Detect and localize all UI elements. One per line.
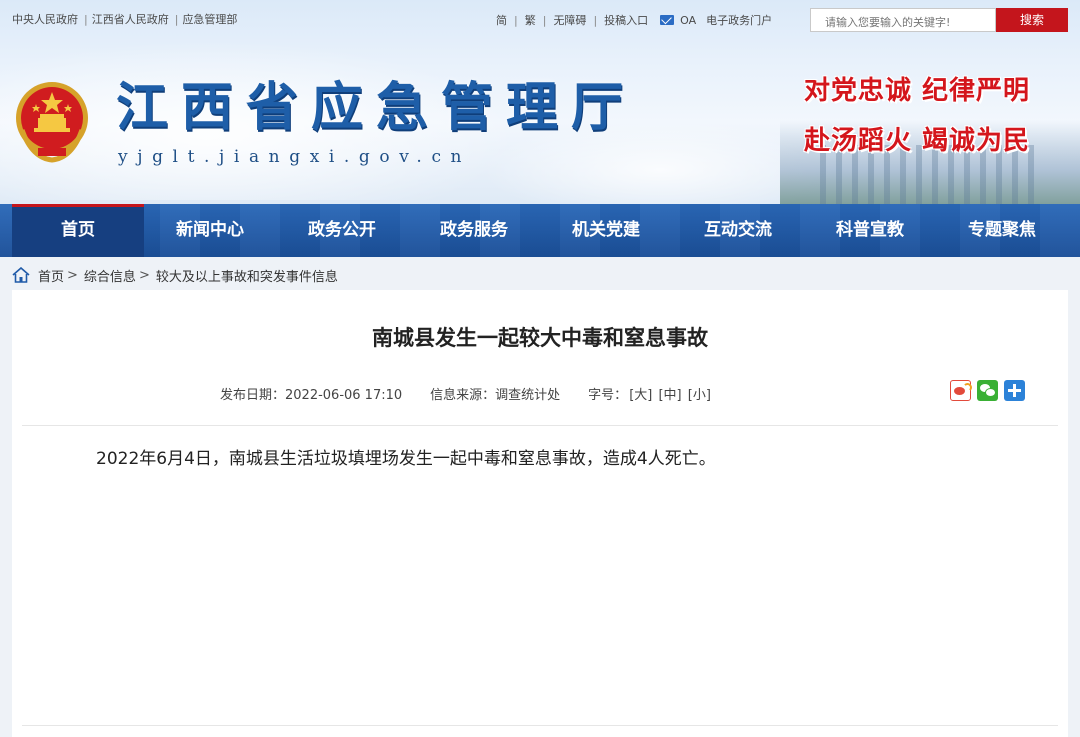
gov-link-jiangxi[interactable]: 江西省人民政府 bbox=[92, 13, 169, 26]
slogan-line-2: 赴汤蹈火 竭诚为民 bbox=[804, 126, 1031, 156]
portal-link[interactable]: 电子政务门户 bbox=[706, 12, 772, 28]
simplified-chinese-link[interactable]: 简 bbox=[496, 12, 507, 28]
article-title: 南城县发生一起较大中毒和窒息事故 bbox=[372, 326, 708, 350]
search-input[interactable] bbox=[810, 8, 996, 32]
accessibility-link[interactable]: 无障碍 bbox=[553, 12, 586, 28]
submission-link[interactable]: 投稿入口 bbox=[604, 12, 648, 28]
breadcrumb-separator: > bbox=[67, 267, 78, 283]
font-size-medium[interactable]: [中] bbox=[658, 388, 681, 403]
article-meta: 发布日期：2022-06-06 17:10 信息来源：调查统计处 字号： [大] … bbox=[220, 384, 711, 403]
divider bbox=[22, 725, 1058, 726]
font-size-controls: 字号： [大] [中] [小] bbox=[588, 384, 711, 403]
article-body: 2022年6月4日，南城县生活垃圾填埋场发生一起中毒和窒息事故，造成4人死亡。 bbox=[96, 449, 716, 469]
nav-item-education[interactable]: 科普宣教 bbox=[804, 204, 936, 257]
breadcrumb: 首页 > 综合信息 > 较大及以上事故和突发事件信息 bbox=[12, 262, 338, 288]
gov-link-central[interactable]: 中央人民政府 bbox=[12, 13, 78, 26]
article-panel: 南城县发生一起较大中毒和窒息事故 发布日期：2022-06-06 17:10 信… bbox=[12, 290, 1068, 737]
share-buttons bbox=[950, 380, 1025, 401]
traditional-chinese-link[interactable]: 繁 bbox=[525, 12, 536, 28]
info-source: 信息来源：调查统计处 bbox=[430, 388, 561, 403]
plus-icon[interactable] bbox=[1004, 380, 1025, 401]
mail-icon bbox=[660, 15, 675, 25]
gov-links: 中央人民政府 | 江西省人民政府 | 应急管理部 bbox=[12, 13, 238, 26]
divider bbox=[22, 425, 1058, 426]
topbar-tools: 简 | 繁 | 无障碍 | 投稿入口 OA 电子政务门户 bbox=[496, 12, 773, 28]
font-size-small[interactable]: [小] bbox=[688, 388, 711, 403]
breadcrumb-general-info[interactable]: 综合信息 bbox=[84, 266, 136, 285]
site-title: 江西省应急管理厅 bbox=[116, 77, 637, 138]
nav-item-topics[interactable]: 专题聚焦 bbox=[936, 204, 1068, 257]
gov-link-ministry[interactable]: 应急管理部 bbox=[182, 13, 237, 26]
breadcrumb-separator: > bbox=[138, 267, 150, 283]
site-header: 中央人民政府 | 江西省人民政府 | 应急管理部 简 | 繁 | 无障碍 | 投稿入口 OA … bbox=[0, 0, 1080, 204]
nav-item-interaction[interactable]: 互动交流 bbox=[672, 204, 804, 257]
nav-item-gov-affairs[interactable]: 政务公开 bbox=[276, 204, 408, 257]
main-nav: 首页 新闻中心 政务公开 政务服务 机关党建 互动交流 科普宣教 专题聚焦 bbox=[0, 204, 1080, 257]
nav-item-home[interactable]: 首页 bbox=[12, 204, 144, 257]
slogan-line-1: 对党忠诚 纪律严明 bbox=[804, 76, 1031, 106]
breadcrumb-current[interactable]: 较大及以上事故和突发事件信息 bbox=[156, 266, 338, 285]
search-button[interactable]: 搜索 bbox=[996, 8, 1068, 32]
publish-date: 发布日期：2022-06-06 17:10 bbox=[220, 388, 403, 403]
nav-item-news[interactable]: 新闻中心 bbox=[144, 204, 276, 257]
nav-item-gov-services[interactable]: 政务服务 bbox=[408, 204, 540, 257]
home-icon bbox=[12, 267, 30, 283]
wechat-icon[interactable] bbox=[977, 380, 998, 401]
breadcrumb-home[interactable]: 首页 bbox=[38, 266, 64, 285]
national-emblem-icon bbox=[16, 82, 88, 163]
weibo-icon[interactable] bbox=[950, 380, 972, 401]
nav-item-party-building[interactable]: 机关党建 bbox=[540, 204, 672, 257]
oa-link[interactable]: OA bbox=[680, 14, 696, 27]
site-url: yjglt.jiangxi.gov.cn bbox=[118, 147, 472, 167]
font-size-label: 字号： bbox=[588, 388, 628, 403]
font-size-large[interactable]: [大] bbox=[629, 388, 652, 403]
